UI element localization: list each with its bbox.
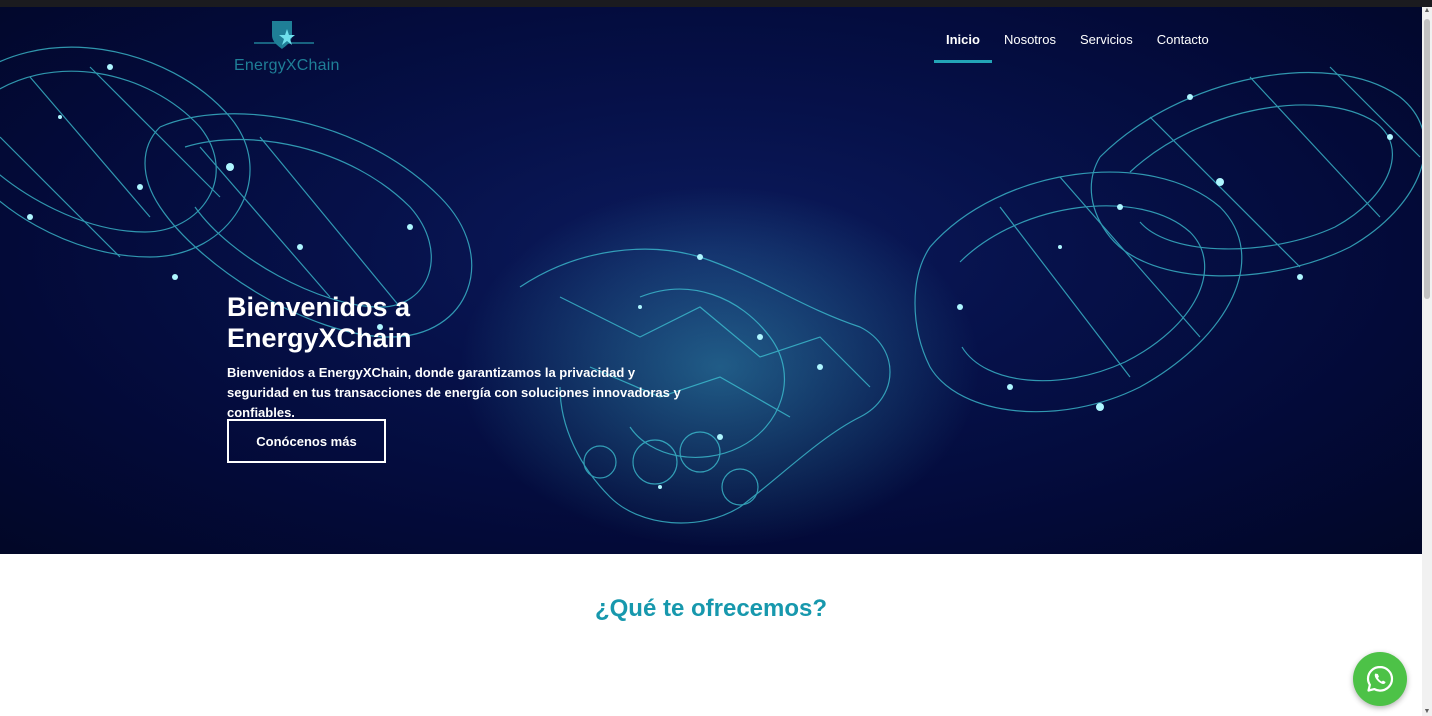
shield-star-icon <box>254 21 314 49</box>
nav-item-contacto[interactable]: Contacto <box>1145 32 1221 62</box>
hero-title: Bienvenidos a EnergyXChain <box>227 292 412 353</box>
learn-more-button[interactable]: Conócenos más <box>227 419 386 463</box>
brand-logo[interactable]: EnergyXChain <box>234 17 342 75</box>
scroll-down-arrow-icon[interactable]: ▼ <box>1423 708 1431 716</box>
whatsapp-icon <box>1366 665 1394 692</box>
hero-section: EnergyXChain Inicio Nosotros Servicios C… <box>0 7 1422 554</box>
main-nav: Inicio Nosotros Servicios Contacto <box>934 32 1221 63</box>
brand-name: EnergyXChain <box>234 57 340 74</box>
blockchain-handshake-illustration <box>0 46 1422 547</box>
nav-item-servicios[interactable]: Servicios <box>1068 32 1145 62</box>
scroll-up-arrow-icon[interactable]: ▲ <box>1423 7 1431 15</box>
hero-description: Bienvenidos a EnergyXChain, donde garant… <box>227 365 681 420</box>
nav-item-nosotros[interactable]: Nosotros <box>992 32 1068 62</box>
nav-item-inicio[interactable]: Inicio <box>934 32 992 63</box>
browser-top-strip <box>0 0 1432 7</box>
section-title: ¿Qué te ofrecemos? <box>594 595 828 622</box>
whatsapp-button[interactable] <box>1353 652 1407 706</box>
page-scrollbar[interactable]: ▲ ▼ <box>1422 7 1432 716</box>
scroll-thumb[interactable] <box>1424 19 1430 299</box>
